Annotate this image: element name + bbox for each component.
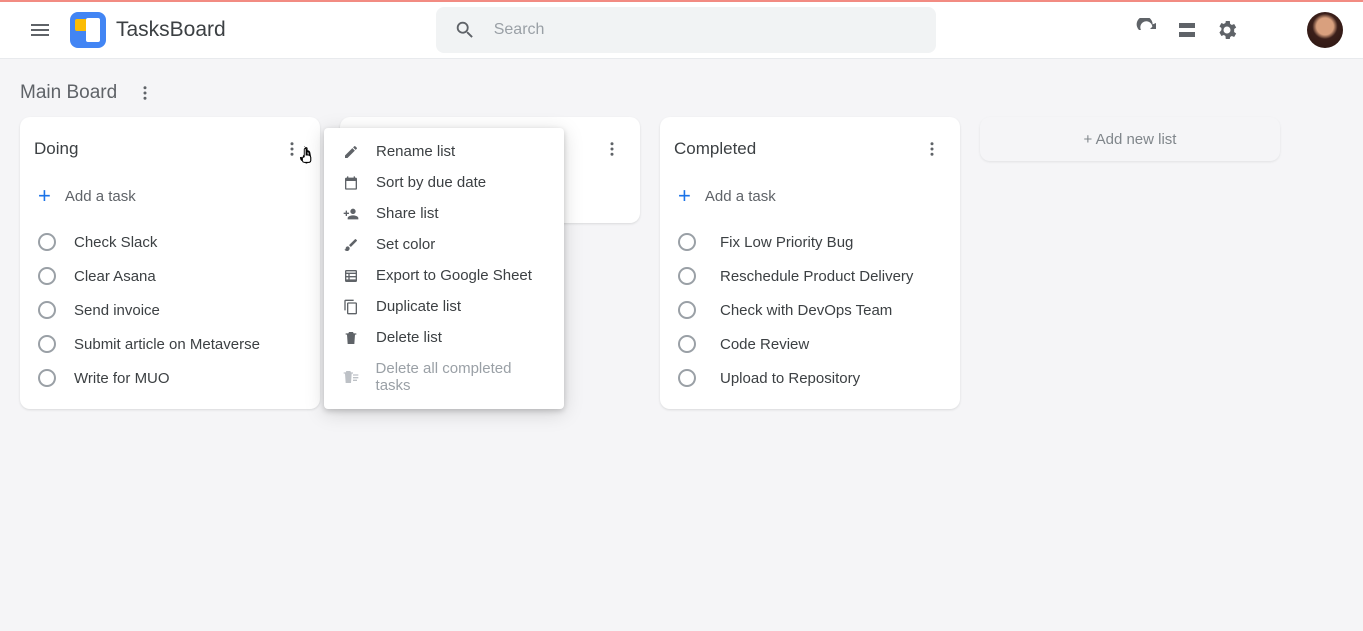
task-label: Check with DevOps Team (714, 302, 892, 319)
column-doing: Doing + Add a task Check Slack Clear Asa… (20, 117, 320, 409)
app-logo (70, 12, 106, 48)
column-title: Doing (34, 139, 78, 159)
column-menu-button-doing[interactable] (278, 135, 306, 163)
task-circle-icon[interactable] (38, 301, 56, 319)
person-add-icon (342, 206, 360, 222)
refresh-button[interactable] (1127, 10, 1167, 50)
column-completed: Completed + Add a task Fix Low Priority … (660, 117, 960, 409)
task-label: Upload to Repository (714, 370, 860, 387)
add-new-list-label: + Add new list (1084, 131, 1177, 148)
task-item[interactable]: Fix Low Priority Bug (674, 225, 946, 259)
add-task-label: Add a task (705, 188, 776, 205)
task-circle-icon[interactable] (38, 233, 56, 251)
task-circle-icon[interactable] (38, 267, 56, 285)
menu-item-label: Set color (376, 236, 435, 253)
view-toggle-button[interactable] (1167, 10, 1207, 50)
task-item[interactable]: Submit article on Metaverse (34, 327, 306, 361)
menu-item-label: Share list (376, 205, 439, 222)
settings-button[interactable] (1207, 10, 1247, 50)
task-circle-icon[interactable] (678, 369, 696, 387)
task-circle-icon[interactable] (38, 369, 56, 387)
task-label: Send invoice (74, 302, 160, 319)
search-icon (454, 19, 476, 41)
trash-icon (342, 330, 360, 346)
task-label: Reschedule Product Delivery (714, 268, 913, 285)
task-label: Code Review (714, 336, 809, 353)
plus-icon: + (678, 185, 691, 207)
menu-rename-list[interactable]: Rename list (324, 136, 564, 167)
task-circle-icon[interactable] (678, 301, 696, 319)
plus-icon: + (38, 185, 51, 207)
dots-vertical-icon (923, 140, 941, 158)
calendar-icon (342, 175, 360, 191)
add-new-list-button[interactable]: + Add new list (980, 117, 1280, 161)
column-context-menu: Rename list Sort by due date Share list … (324, 128, 564, 409)
search-input[interactable]: Search (436, 7, 936, 53)
refresh-icon (1135, 18, 1159, 42)
menu-share-list[interactable]: Share list (324, 198, 564, 229)
task-item[interactable]: Send invoice (34, 293, 306, 327)
task-label: Fix Low Priority Bug (714, 234, 853, 251)
task-label: Submit article on Metaverse (74, 336, 260, 353)
add-task-button[interactable]: + Add a task (674, 185, 946, 207)
task-item[interactable]: Check with DevOps Team (674, 293, 946, 327)
gear-icon (1215, 18, 1239, 42)
board-menu-button[interactable] (131, 79, 159, 107)
board-columns: Doing + Add a task Check Slack Clear Asa… (0, 117, 1363, 409)
pencil-icon (342, 144, 360, 160)
menu-sort-due-date[interactable]: Sort by due date (324, 167, 564, 198)
column-menu-button-completed[interactable] (918, 135, 946, 163)
app-header: TasksBoard Search (0, 2, 1363, 59)
app-brand-name: TasksBoard (116, 18, 226, 42)
column-menu-button-middle[interactable] (598, 135, 626, 163)
board-title: Main Board (20, 82, 117, 104)
search-placeholder: Search (494, 21, 545, 39)
task-item[interactable]: Check Slack (34, 225, 306, 259)
task-item[interactable]: Upload to Repository (674, 361, 946, 395)
dots-vertical-icon (136, 84, 154, 102)
menu-set-color[interactable]: Set color (324, 229, 564, 260)
add-task-label: Add a task (65, 188, 136, 205)
menu-item-label: Export to Google Sheet (376, 267, 532, 284)
task-circle-icon[interactable] (678, 335, 696, 353)
task-item[interactable]: Clear Asana (34, 259, 306, 293)
task-item[interactable]: Reschedule Product Delivery (674, 259, 946, 293)
menu-duplicate-list[interactable]: Duplicate list (324, 291, 564, 322)
task-circle-icon[interactable] (678, 233, 696, 251)
column-title: Completed (674, 139, 756, 159)
user-avatar[interactable] (1307, 12, 1343, 48)
menu-item-label: Delete all completed tasks (376, 360, 546, 394)
board-title-row: Main Board (0, 59, 1363, 117)
copy-icon (342, 299, 360, 315)
task-circle-icon[interactable] (678, 267, 696, 285)
sweep-icon (342, 369, 360, 385)
list-view-icon (1175, 18, 1199, 42)
menu-item-label: Rename list (376, 143, 455, 160)
task-label: Clear Asana (74, 268, 156, 285)
menu-delete-completed: Delete all completed tasks (324, 353, 564, 401)
dots-vertical-icon (283, 140, 301, 158)
brush-icon (342, 237, 360, 253)
task-label: Write for MUO (74, 370, 170, 387)
task-circle-icon[interactable] (38, 335, 56, 353)
hamburger-icon (28, 18, 52, 42)
menu-item-label: Delete list (376, 329, 442, 346)
task-item[interactable]: Code Review (674, 327, 946, 361)
menu-item-label: Duplicate list (376, 298, 461, 315)
menu-delete-list[interactable]: Delete list (324, 322, 564, 353)
menu-item-label: Sort by due date (376, 174, 486, 191)
dots-vertical-icon (603, 140, 621, 158)
menu-export-sheet[interactable]: Export to Google Sheet (324, 260, 564, 291)
hamburger-menu-button[interactable] (20, 10, 60, 50)
sheet-icon (342, 268, 360, 284)
task-label: Check Slack (74, 234, 157, 251)
task-item[interactable]: Write for MUO (34, 361, 306, 395)
add-task-button[interactable]: + Add a task (34, 185, 306, 207)
